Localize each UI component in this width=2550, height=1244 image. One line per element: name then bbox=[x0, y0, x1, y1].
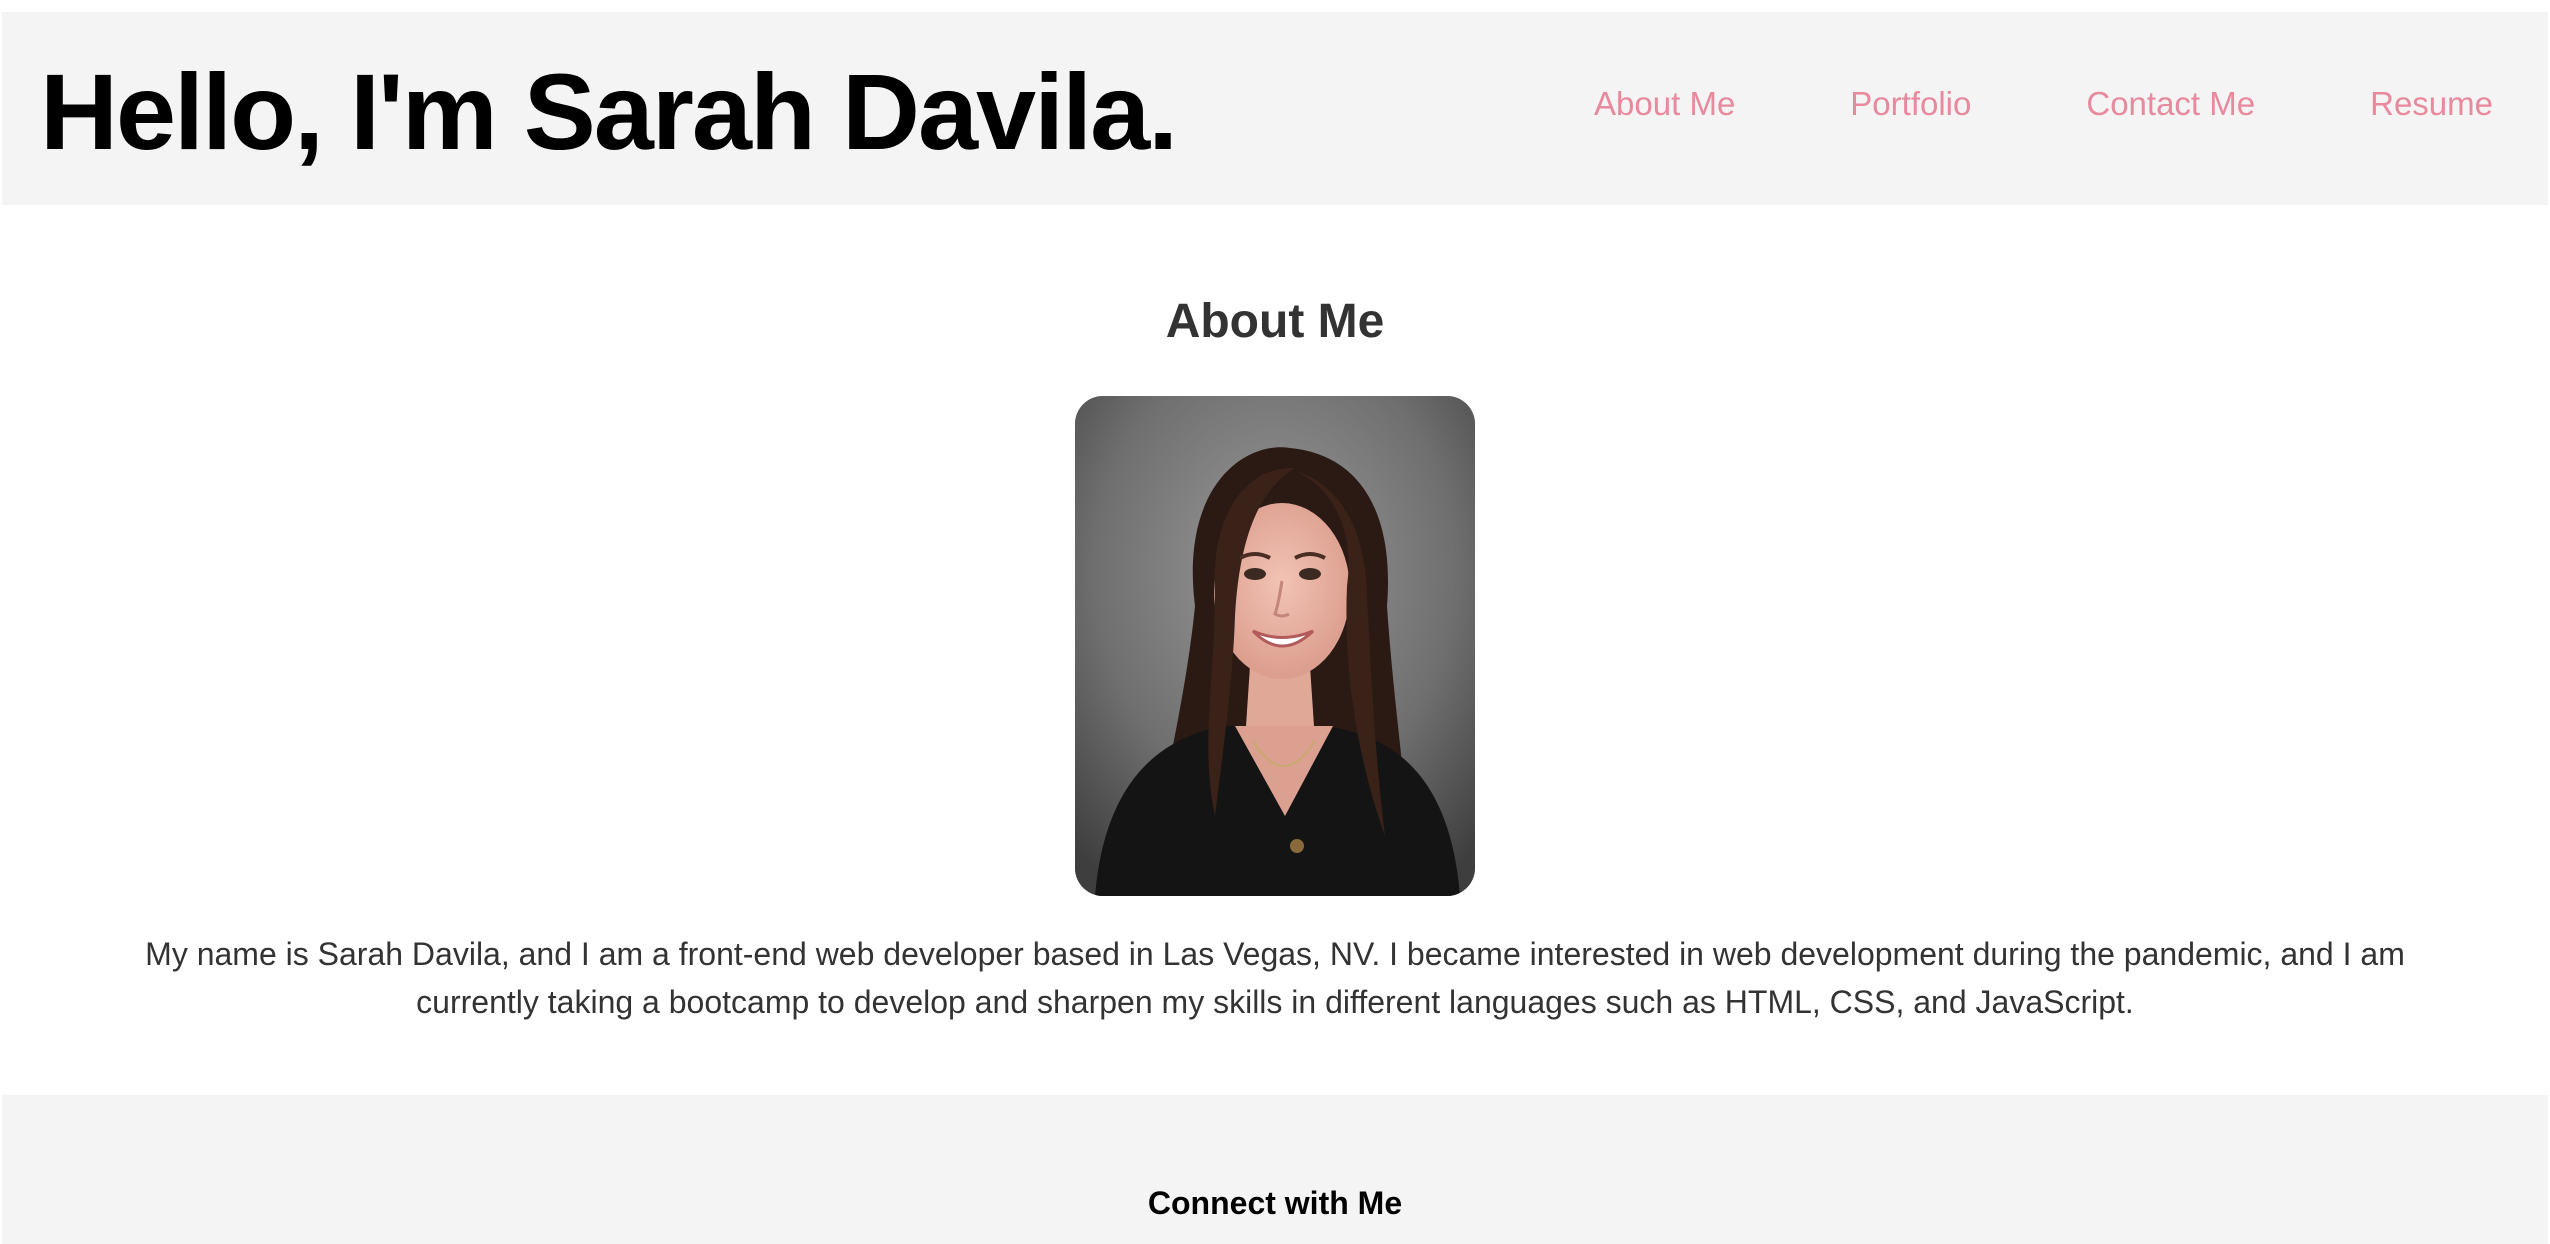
profile-photo-illustration bbox=[1075, 396, 1475, 896]
nav-link-resume[interactable]: Resume bbox=[2370, 85, 2493, 123]
profile-photo bbox=[1075, 396, 1475, 896]
about-bio: My name is Sarah Davila, and I am a fron… bbox=[145, 936, 2405, 1020]
about-section: About Me My name is Sarah Davila, and I … bbox=[0, 205, 2550, 1095]
nav-link-about-me[interactable]: About Me bbox=[1594, 85, 1735, 123]
page: Hello, I'm Sarah Davila. About Me Portfo… bbox=[0, 0, 2550, 1244]
nav-link-contact-me[interactable]: Contact Me bbox=[2086, 85, 2255, 123]
site-header: Hello, I'm Sarah Davila. About Me Portfo… bbox=[2, 12, 2548, 205]
main-nav: About Me Portfolio Contact Me Resume bbox=[1594, 85, 2493, 123]
nav-link-portfolio[interactable]: Portfolio bbox=[1850, 85, 1971, 123]
site-title: Hello, I'm Sarah Davila. bbox=[40, 50, 1178, 172]
site-footer: Connect with Me bbox=[2, 1095, 2548, 1244]
about-heading: About Me bbox=[1165, 295, 1385, 348]
connect-heading: Connect with Me bbox=[1147, 1185, 1403, 1221]
